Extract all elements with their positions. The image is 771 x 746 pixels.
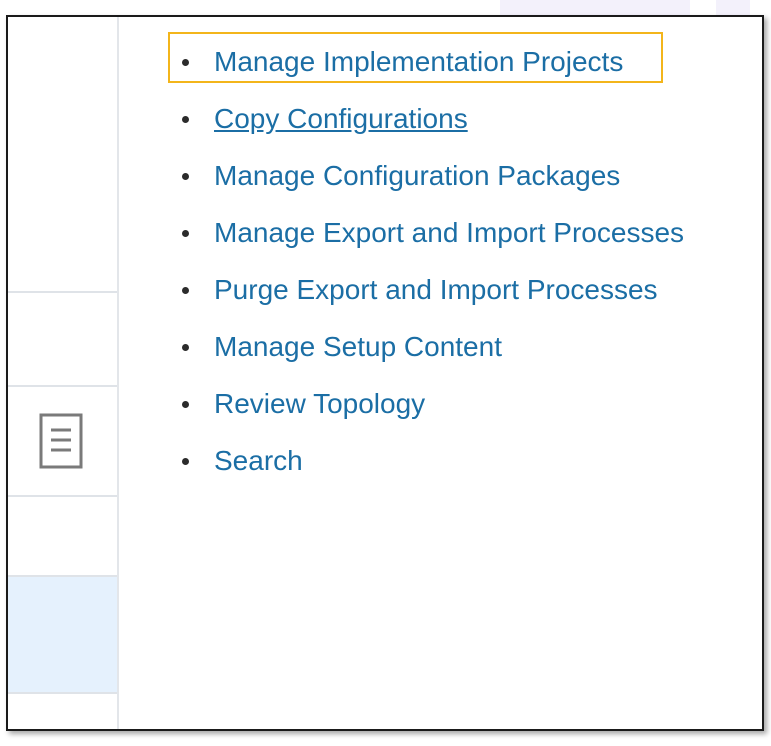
bullet [182,287,189,294]
left-panel [8,17,119,729]
row-divider [8,291,117,293]
manage-setup-content-link[interactable]: Manage Setup Content [214,324,502,369]
selected-row[interactable] [8,575,117,694]
review-topology-link[interactable]: Review Topology [214,381,425,426]
screenshot-frame: Manage Implementation Projects Copy Conf… [6,15,764,731]
document-list-icon[interactable] [39,413,83,469]
row-divider [8,385,117,387]
search-link[interactable]: Search [214,438,303,483]
purge-export-import-processes-link[interactable]: Purge Export and Import Processes [214,267,658,312]
bullet [182,59,189,66]
manage-configuration-packages-link[interactable]: Manage Configuration Packages [214,153,620,198]
background-tint [500,0,690,16]
bullet [182,458,189,465]
row-divider [8,495,117,497]
bullet [182,116,189,123]
bullet [182,230,189,237]
copy-configurations-link[interactable]: Copy Configurations [214,96,468,141]
manage-export-import-processes-link[interactable]: Manage Export and Import Processes [214,210,684,255]
manage-implementation-projects-link[interactable]: Manage Implementation Projects [214,39,623,84]
bullet [182,173,189,180]
background-tint [716,0,750,16]
bullet [182,344,189,351]
bullet [182,401,189,408]
